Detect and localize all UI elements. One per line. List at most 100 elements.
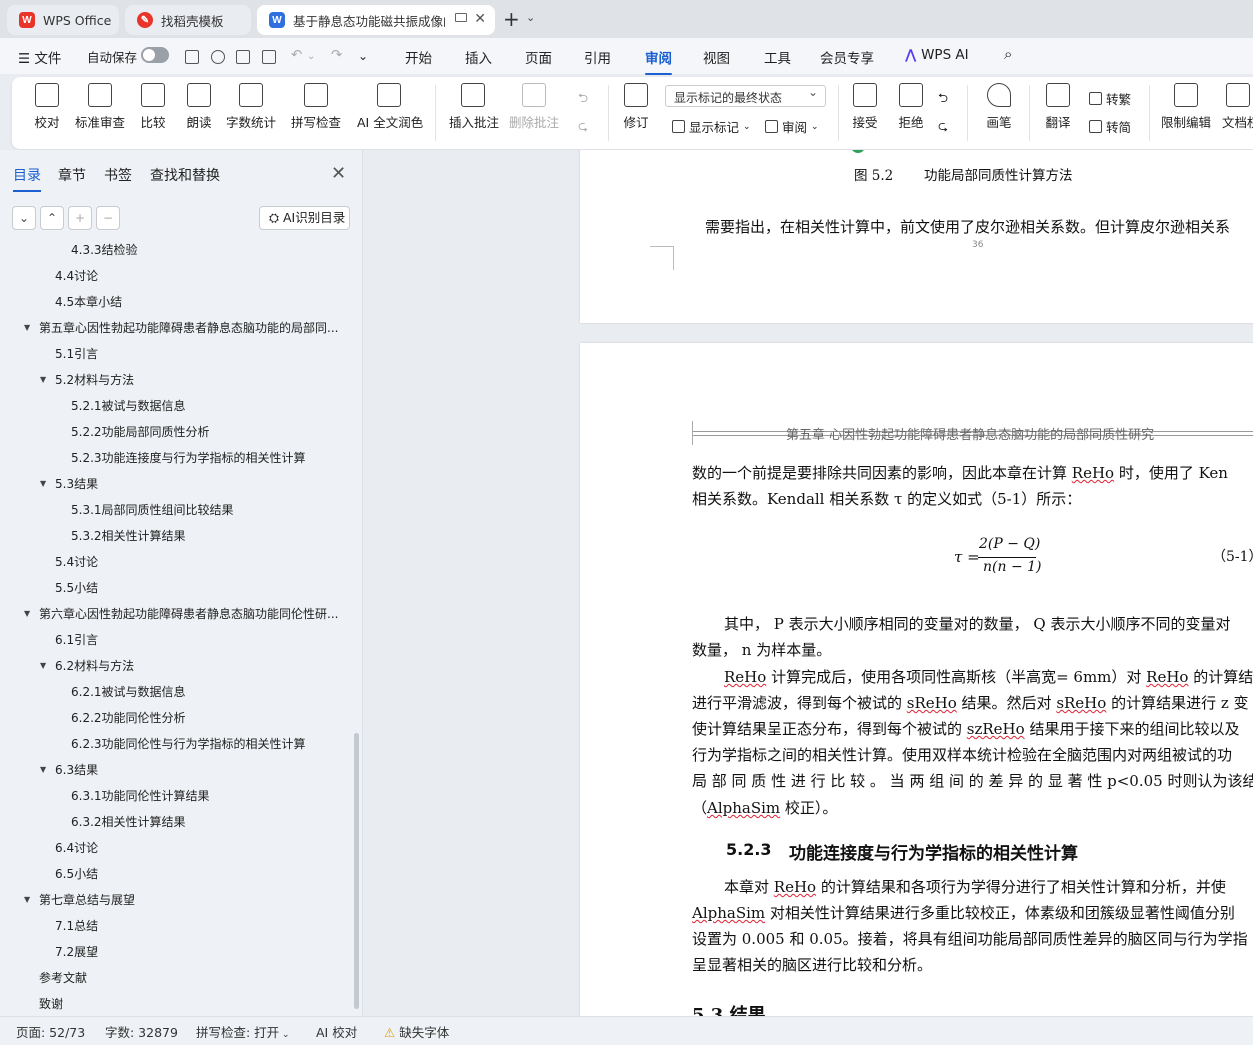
toc-item[interactable]: 致谢 [39,991,340,1013]
tab-sections[interactable]: 章节 [58,165,86,185]
autosave-toggle[interactable] [141,47,169,63]
expand-all-icon[interactable]: ⌄ [12,206,36,230]
toc-item[interactable]: 6.3.1功能同伦性计算结果 [71,783,340,809]
menu-review[interactable]: 审阅 [645,47,672,75]
insert-comment-button[interactable]: 插入批注 [449,83,499,143]
delete-comment-button[interactable]: 删除批注 [508,83,560,143]
accept-button[interactable]: 接受 [848,83,882,143]
toc-item[interactable]: 6.3结果 [55,757,340,783]
previous-comment-icon[interactable]: ⮌ [578,89,588,110]
tab-bookmarks[interactable]: 书签 [104,165,132,185]
track-changes-button[interactable]: 修订 [619,83,653,143]
toc-item[interactable]: 6.5小结 [55,861,340,887]
close-pane-icon[interactable]: ✕ [331,163,346,184]
pen-button[interactable]: 画笔 [984,83,1014,143]
toc-item[interactable]: 5.3.1局部同质性组间比较结果 [71,497,340,523]
collapse-arrow-icon[interactable]: ▼ [24,887,30,913]
ai-proof-status[interactable]: AI 校对 [316,1022,357,1041]
share-icon[interactable] [211,50,225,64]
word-count-button[interactable]: 字数统计 [226,83,276,143]
collapse-arrow-icon[interactable]: ▼ [24,601,30,627]
toc-item[interactable]: 6.2材料与方法 [55,653,340,679]
menu-tools[interactable]: 工具 [764,47,791,67]
menu-member[interactable]: 会员专享 [820,47,874,67]
toc-item[interactable]: 6.1引言 [55,627,340,653]
menu-reference[interactable]: 引用 [584,47,611,67]
chevron-down-icon[interactable]: ⌄ [526,11,535,24]
standard-review-button[interactable]: 标准审查 [75,83,125,143]
toc-item[interactable]: 6.2.1被试与数据信息 [71,679,340,705]
next-comment-icon[interactable]: ⮎ [578,117,588,138]
tab-template[interactable]: ✎ 找稻壳模板 [125,5,251,35]
toc-item[interactable]: 4.5本章小结 [55,289,340,315]
show-marks-button[interactable]: 显示标记 ⌄ [672,117,751,136]
page-indicator[interactable]: 页面: 52/73 [16,1022,85,1041]
toc-item[interactable]: 4.4讨论 [55,263,340,289]
tab-find-replace[interactable]: 查找和替换 [150,165,220,185]
toc-item[interactable]: 5.5小结 [55,575,340,601]
next-change-icon[interactable]: ⮎ [938,117,948,138]
translate-button[interactable]: 翻译 [1040,83,1076,143]
tab-document[interactable]: W 基于静息态功能磁共振成像的 ✕ [257,5,495,35]
toc-item[interactable]: 7.1总结 [55,913,340,939]
toc-item[interactable]: 6.2.2功能同伦性分析 [71,705,340,731]
proof-button[interactable]: 校对 [30,83,64,143]
collapse-arrow-icon[interactable]: ▼ [40,757,46,783]
toc-item[interactable]: 5.2.3功能连接度与行为学指标的相关性计算 [71,445,340,471]
previous-change-icon[interactable]: ⮌ [938,89,948,110]
toc-item[interactable]: 5.3.2相关性计算结果 [71,523,340,549]
spell-check-button[interactable]: 拼写检查 [288,83,344,143]
tab-toc[interactable]: 目录 [13,165,41,192]
close-tab-icon[interactable]: ✕ [474,11,486,27]
undo-dropdown-icon[interactable]: ⌄ [307,51,315,62]
read-aloud-button[interactable]: 朗读 [186,83,212,143]
collapse-all-icon[interactable]: ⌃ [40,206,64,230]
word-count[interactable]: 字数: 32879 [105,1022,178,1041]
collapse-arrow-icon[interactable]: ▼ [40,653,46,679]
toc-item[interactable]: 4.3.3结检验 [71,241,340,263]
search-icon[interactable]: ⌕ [1004,45,1012,63]
toc-scrollbar[interactable] [354,733,359,1009]
missing-font-status[interactable]: ⚠ 缺失字体 [384,1022,449,1041]
toc-item[interactable]: 6.3.2相关性计算结果 [71,809,340,835]
toc-item[interactable]: 5.1引言 [55,341,340,367]
menu-page[interactable]: 页面 [525,47,552,67]
ai-polish-button[interactable]: AI 全文润色 [357,83,423,143]
more-chevron-icon[interactable]: ⌄ [358,49,368,63]
new-tab-button[interactable]: + [503,7,520,31]
markup-state-select[interactable]: 显示标记的最终状态 [665,85,826,107]
toc-item[interactable]: 5.3结果 [55,471,340,497]
collapse-arrow-icon[interactable]: ▼ [24,315,30,341]
wps-ai-menu[interactable]: ⋀ WPS AI [905,47,969,63]
toc-item[interactable]: 5.2.1被试与数据信息 [71,393,340,419]
redo-icon[interactable]: ↷ [331,47,342,63]
toc-item[interactable]: 7.2展望 [55,939,340,965]
add-heading-icon[interactable]: + [68,206,92,230]
toc-item[interactable]: 6.2.3功能同伦性与行为学指标的相关性计算 [71,731,340,757]
ai-recognize-toc-button[interactable]: ⛭ AI识别目录 [259,206,350,230]
restrict-edit-button[interactable]: 限制编辑 [1160,83,1212,143]
print-icon[interactable] [236,50,250,64]
menu-start[interactable]: 开始 [405,47,432,67]
toc-item[interactable]: 第七章总结与展望 [39,887,340,913]
collapse-arrow-icon[interactable]: ▼ [40,367,46,393]
menu-view[interactable]: 视图 [703,47,730,67]
save-icon[interactable] [185,50,199,64]
toc-item[interactable]: 第五章心因性勃起功能障碍患者静息态脑功能的局部同... [39,315,340,341]
doc-permission-button[interactable]: 文档权 [1222,83,1253,143]
file-menu[interactable]: ☰ 文件 [18,47,61,67]
monitor-icon[interactable] [455,13,467,22]
print-preview-icon[interactable] [262,50,276,64]
remove-heading-icon[interactable]: − [96,206,120,230]
toc-item[interactable]: 6.4讨论 [55,835,340,861]
toc-item[interactable]: 5.2材料与方法 [55,367,340,393]
review-pane-button[interactable]: 审阅 ⌄ [765,117,819,136]
collapse-arrow-icon[interactable]: ▼ [40,471,46,497]
compare-button[interactable]: 比较 [135,83,171,143]
reject-button[interactable]: 拒绝 [894,83,928,143]
undo-icon[interactable]: ↶ [291,47,302,63]
spell-check-status[interactable]: 拼写检查: 打开 ⌄ [196,1022,290,1041]
toc-item[interactable]: 5.4讨论 [55,549,340,575]
tab-wps-office[interactable]: W WPS Office [7,5,119,35]
toc-item[interactable]: 5.2.2功能局部同质性分析 [71,419,340,445]
